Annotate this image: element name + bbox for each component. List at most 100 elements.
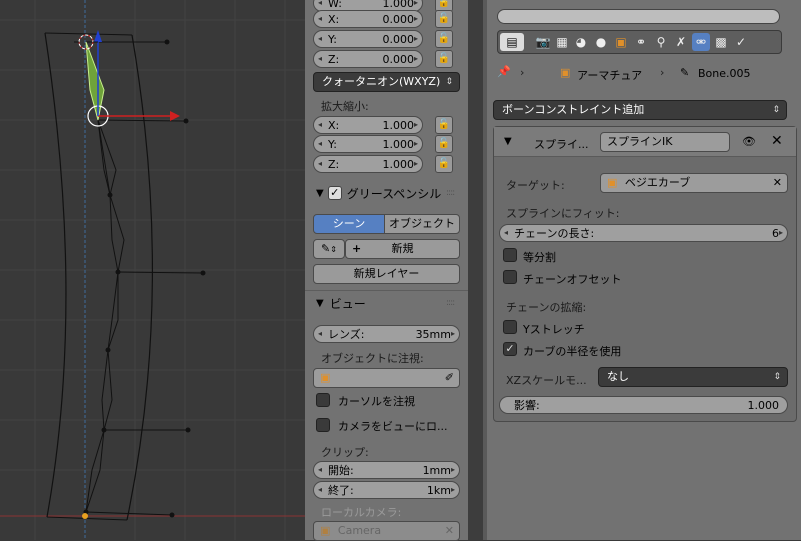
armature-drawing bbox=[0, 0, 305, 540]
chain-length-field[interactable]: ◂ チェーンの長さ: 6 ▸ bbox=[499, 224, 788, 242]
rotation-z-field[interactable]: ◂ Z: 0.000 ▸ bbox=[313, 50, 423, 68]
pencil-icon: ✎ bbox=[321, 242, 331, 255]
influence-value: 1.000 bbox=[747, 398, 780, 412]
sy-value: 1.000 bbox=[382, 137, 415, 151]
breadcrumb-armature: アーマチュア bbox=[577, 69, 643, 82]
bone-constraints-icon[interactable]: ⚮ bbox=[692, 33, 710, 51]
local-camera-label: ローカルカメラ: bbox=[321, 506, 402, 519]
object-icon[interactable]: ▣ bbox=[612, 33, 630, 51]
lock-icon[interactable]: 🔓 bbox=[435, 10, 453, 28]
region-divider[interactable] bbox=[468, 0, 483, 540]
object-toggle-button[interactable]: オブジェクト bbox=[384, 214, 460, 234]
cube-icon: ▣ bbox=[320, 371, 331, 384]
render-layers-icon[interactable]: ▦ bbox=[553, 33, 571, 51]
view-header[interactable]: ▼ ビュー bbox=[316, 293, 461, 313]
constraints-icon[interactable]: ⚭ bbox=[632, 33, 650, 51]
bone-icon[interactable]: ✗ bbox=[672, 33, 690, 51]
armature-data-icon[interactable]: ⚲ bbox=[652, 33, 670, 51]
lens-label: レンズ: bbox=[328, 328, 365, 341]
armature-icon: ▣ bbox=[560, 66, 571, 79]
pin-icon[interactable]: 📌 bbox=[497, 65, 511, 78]
grease-pencil-header[interactable]: ▼ ✓ グリースペンシル bbox=[316, 183, 461, 203]
material-icon[interactable]: ✓ bbox=[732, 33, 750, 51]
lens-field[interactable]: ◂ レンズ: 35mm ▸ bbox=[313, 325, 460, 343]
header-scrollbar[interactable] bbox=[497, 9, 780, 24]
y-stretch-checkbox[interactable] bbox=[503, 320, 517, 334]
even-divisions-label: 等分割 bbox=[523, 251, 556, 264]
z-label: Z: bbox=[328, 52, 340, 66]
lock-icon[interactable]: 🔓 bbox=[435, 30, 453, 48]
updown-arrow-icon: ⇕ bbox=[773, 372, 781, 382]
render-icon[interactable]: 📷 bbox=[534, 33, 552, 51]
grease-pencil-checkbox[interactable]: ✓ bbox=[327, 186, 342, 200]
sz-value: 1.000 bbox=[382, 157, 415, 171]
clip-end-field[interactable]: ◂ 終了: 1km ▸ bbox=[313, 481, 460, 499]
chain-offset-checkbox[interactable] bbox=[503, 270, 517, 284]
clip-start-value: 1mm bbox=[422, 463, 451, 477]
rotation-mode-dropdown[interactable]: クォータニオン(WXYZ) ⇕ bbox=[313, 72, 460, 92]
section-divider bbox=[305, 290, 468, 291]
lock-icon[interactable]: 🔓 bbox=[435, 50, 453, 68]
sx-value: 1.000 bbox=[382, 118, 415, 132]
y-stretch-label: Yストレッチ bbox=[523, 323, 585, 336]
new-grease-button[interactable]: + 新規 bbox=[345, 239, 460, 259]
influence-field[interactable]: 影響: 1.000 bbox=[499, 396, 788, 414]
scale-y-field[interactable]: ◂ Y: 1.000 ▸ bbox=[313, 135, 423, 153]
scale-x-field[interactable]: ◂ X: 1.000 ▸ bbox=[313, 116, 423, 134]
chain-length-label: チェーンの長さ: bbox=[514, 227, 595, 240]
curve-radius-checkbox[interactable]: ✓ bbox=[503, 342, 517, 356]
y-value: 0.000 bbox=[382, 32, 415, 46]
camera-icon: ▣ bbox=[320, 524, 331, 537]
lock-camera-label: カメラをビューにロ... bbox=[338, 420, 448, 433]
new-layer-button[interactable]: 新規レイヤー bbox=[313, 264, 460, 284]
even-divisions-checkbox[interactable] bbox=[503, 248, 517, 262]
w-label: W: bbox=[328, 0, 342, 10]
constraint-name-value: スプラインIK bbox=[607, 135, 673, 148]
clip-start-field[interactable]: ◂ 開始: 1mm ▸ bbox=[313, 461, 460, 479]
3d-viewport[interactable] bbox=[0, 0, 305, 540]
x-label: X: bbox=[328, 12, 340, 26]
rotation-y-field[interactable]: ◂ Y: 0.000 ▸ bbox=[313, 30, 423, 48]
target-label: ターゲット: bbox=[506, 179, 565, 192]
fitting-label: スプラインにフィット: bbox=[506, 207, 620, 220]
scale-header: 拡大縮小: bbox=[321, 100, 369, 113]
lock-camera-checkbox[interactable] bbox=[316, 418, 330, 432]
clear-icon[interactable]: ✕ bbox=[445, 522, 454, 540]
sy-label: Y: bbox=[328, 137, 337, 151]
texture-icon[interactable]: ▩ bbox=[712, 33, 730, 51]
eye-icon[interactable]: 👁 bbox=[742, 135, 756, 148]
lock-icon[interactable]: 🔓 bbox=[435, 135, 453, 153]
drag-handle-icon[interactable]: :::: bbox=[446, 188, 455, 198]
collapse-arrow-icon[interactable]: ▼ bbox=[504, 136, 512, 147]
sz-label: Z: bbox=[328, 157, 340, 171]
influence-label: 影響: bbox=[514, 399, 540, 412]
lock-icon[interactable]: 🔓 bbox=[435, 155, 453, 173]
clip-label: クリップ: bbox=[321, 446, 369, 459]
updown-arrow-icon: ⇕ bbox=[445, 77, 453, 87]
local-camera-field[interactable]: ▣ Camera ✕ bbox=[313, 521, 460, 541]
sx-label: X: bbox=[328, 118, 340, 132]
world-icon[interactable]: ● bbox=[592, 33, 610, 51]
scene-icon[interactable]: ◕ bbox=[572, 33, 590, 51]
lock-object-field[interactable]: ▣ ✐ bbox=[313, 368, 460, 388]
xz-scale-mode-dropdown[interactable]: なし ⇕ bbox=[598, 367, 788, 387]
rotation-x-field[interactable]: ◂ X: 0.000 ▸ bbox=[313, 10, 423, 28]
editor-type-icon[interactable]: ▤ bbox=[500, 33, 524, 51]
close-icon[interactable]: ✕ bbox=[771, 133, 783, 149]
lock-cursor-checkbox[interactable] bbox=[316, 393, 330, 407]
pencil-menu-button[interactable]: ✎⇕ bbox=[313, 239, 345, 259]
eyedropper-icon[interactable]: ✐ bbox=[445, 369, 454, 387]
drag-handle-icon[interactable]: :::: bbox=[446, 298, 455, 308]
clear-icon[interactable]: ✕ bbox=[773, 174, 782, 192]
scene-toggle-button[interactable]: シーン bbox=[313, 214, 385, 234]
add-bone-constraint-dropdown[interactable]: ボーンコンストレイント追加 ⇕ bbox=[493, 100, 787, 120]
lock-icon[interactable]: 🔓 bbox=[435, 116, 453, 134]
breadcrumb-bone: Bone.005 bbox=[698, 67, 751, 80]
target-field[interactable]: ▣ ベジエカーブ ✕ bbox=[600, 173, 788, 193]
view-title: ビュー bbox=[329, 296, 366, 311]
scale-z-field[interactable]: ◂ Z: 1.000 ▸ bbox=[313, 155, 423, 173]
curve-radius-label: カーブの半径を使用 bbox=[523, 345, 622, 358]
constraint-name-field[interactable]: スプラインIK bbox=[600, 132, 730, 152]
w-value: 1.000 bbox=[382, 0, 415, 10]
chain-scaling-label: チェーンの拡縮: bbox=[506, 301, 587, 314]
